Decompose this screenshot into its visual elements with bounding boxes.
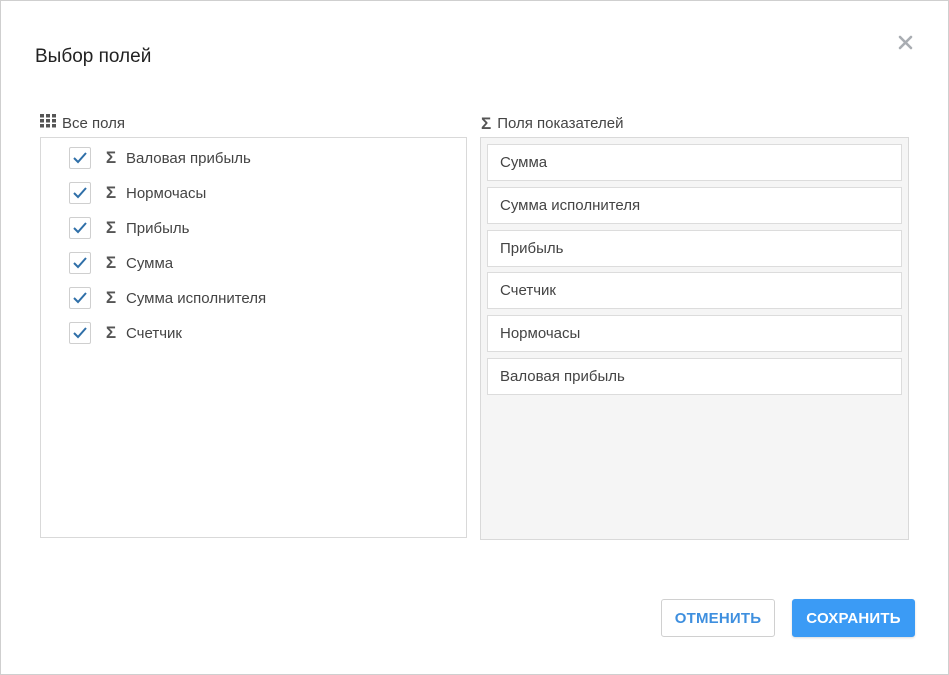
field-item[interactable]: Σ Прибыль <box>69 215 189 241</box>
sigma-icon: Σ <box>105 148 117 167</box>
grid-icon <box>40 114 56 134</box>
all-fields-list: Σ Валовая прибыль Σ Нормочасы Σ Прибыль … <box>40 137 467 538</box>
checkmark-icon <box>73 257 87 269</box>
measures-list: Сумма Сумма исполнителя Прибыль Счетчик … <box>480 137 909 540</box>
field-label: Нормочасы <box>126 184 207 202</box>
measure-item[interactable]: Счетчик <box>487 272 902 309</box>
sigma-icon: Σ <box>105 183 117 202</box>
sigma-icon: Σ <box>105 253 117 272</box>
checkmark-icon <box>73 292 87 304</box>
cancel-button[interactable]: ОТМЕНИТЬ <box>661 599 775 637</box>
field-checkbox[interactable] <box>69 287 91 309</box>
measure-item[interactable]: Сумма <box>487 144 902 181</box>
field-checkbox[interactable] <box>69 322 91 344</box>
field-label: Сумма <box>126 254 174 272</box>
sigma-icon: Σ <box>481 114 492 133</box>
field-item[interactable]: Σ Счетчик <box>69 320 182 346</box>
field-label: Сумма исполнителя <box>126 289 267 307</box>
field-selection-dialog: Выбор полей Все поля Σ Поля показателей … <box>0 0 949 675</box>
field-item[interactable]: Σ Сумма исполнителя <box>69 285 266 311</box>
field-checkbox[interactable] <box>69 147 91 169</box>
dialog-title: Выбор полей <box>35 46 152 67</box>
field-label: Прибыль <box>126 219 190 237</box>
all-fields-header: Все поля <box>40 114 125 134</box>
field-label: Валовая прибыль <box>126 149 251 167</box>
checkmark-icon <box>73 327 87 339</box>
measure-item[interactable]: Прибыль <box>487 230 902 267</box>
checkmark-icon <box>73 187 87 199</box>
sigma-icon: Σ <box>105 218 117 237</box>
checkmark-icon <box>73 222 87 234</box>
measure-item[interactable]: Сумма исполнителя <box>487 187 902 224</box>
field-item[interactable]: Σ Нормочасы <box>69 180 206 206</box>
close-icon <box>898 35 913 50</box>
field-checkbox[interactable] <box>69 252 91 274</box>
field-item[interactable]: Σ Валовая прибыль <box>69 145 251 171</box>
measure-item[interactable]: Валовая прибыль <box>487 358 902 395</box>
close-button[interactable] <box>895 32 917 54</box>
field-checkbox[interactable] <box>69 217 91 239</box>
field-checkbox[interactable] <box>69 182 91 204</box>
measure-item[interactable]: Нормочасы <box>487 315 902 352</box>
save-button[interactable]: СОХРАНИТЬ <box>792 599 915 637</box>
field-item[interactable]: Σ Сумма <box>69 250 173 276</box>
checkmark-icon <box>73 152 87 164</box>
all-fields-label: Все поля <box>62 115 126 132</box>
measures-label: Поля показателей <box>497 115 624 132</box>
measures-header: Σ Поля показателей <box>481 114 623 134</box>
sigma-icon: Σ <box>105 288 117 307</box>
field-label: Счетчик <box>126 324 182 342</box>
sigma-icon: Σ <box>105 323 117 342</box>
